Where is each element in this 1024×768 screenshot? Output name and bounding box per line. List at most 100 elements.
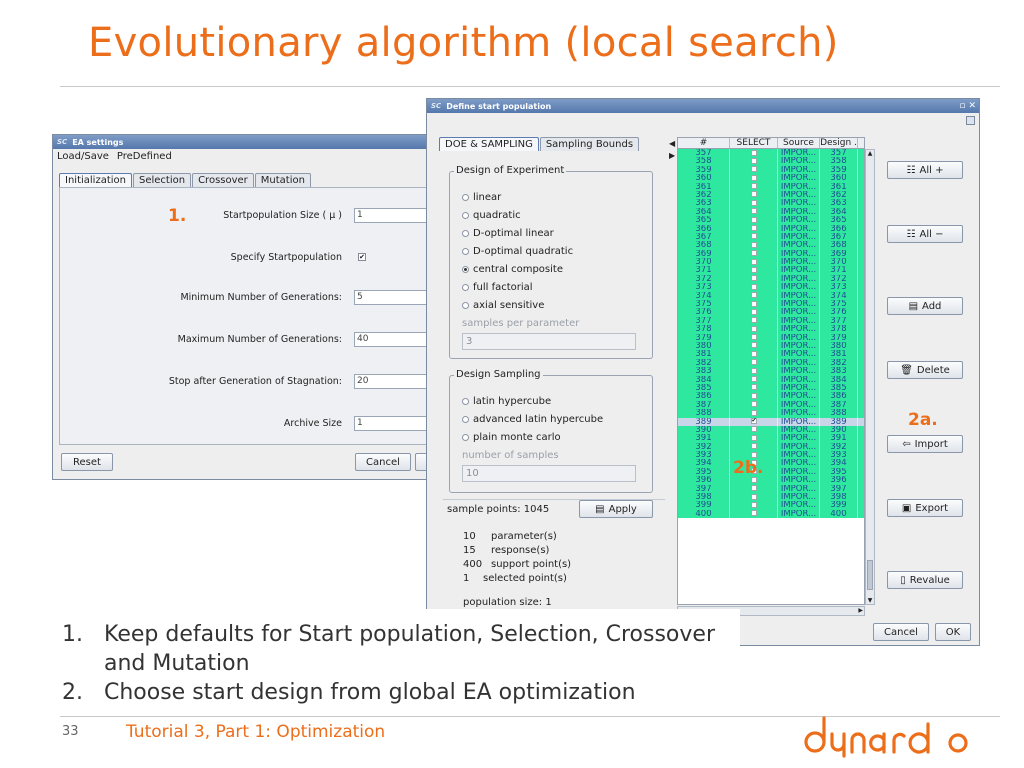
col-header-design[interactable]: Design . xyxy=(820,138,858,148)
doe-option-d-optimal-quadratic[interactable]: D-optimal quadratic xyxy=(462,246,573,257)
cell-select[interactable] xyxy=(730,425,778,435)
tab-selection[interactable]: Selection xyxy=(132,173,192,187)
all-button[interactable]: ☷ All + xyxy=(887,161,963,179)
samples-per-parameter-input[interactable]: 3 xyxy=(462,333,636,350)
cell-select[interactable] xyxy=(730,501,778,510)
select-checkbox[interactable] xyxy=(750,283,757,290)
reset-button[interactable]: Reset xyxy=(61,453,113,471)
table-row[interactable]: 367 IMPOR... 367 xyxy=(678,232,864,242)
cell-select[interactable] xyxy=(730,375,778,384)
cell-select[interactable] xyxy=(730,182,778,191)
select-checkbox[interactable] xyxy=(750,208,757,215)
sampling-option-advanced-latin-hypercube[interactable]: advanced latin hypercube xyxy=(462,414,603,425)
sampling-option-plain-monte-carlo[interactable]: plain monte carlo xyxy=(462,432,561,443)
min-generations-input[interactable]: 5 xyxy=(354,290,430,305)
table-row[interactable]: 365 IMPOR... 365 xyxy=(678,216,864,225)
table-row[interactable]: 388 IMPOR... 388 xyxy=(678,409,864,418)
table-row[interactable]: 386 IMPOR... 386 xyxy=(678,392,864,401)
table-row[interactable]: 389 ✔ IMPOR... 389 xyxy=(678,417,864,426)
table-row[interactable]: 369 IMPOR... 369 xyxy=(678,249,864,259)
scroll-up-icon[interactable]: ▲ xyxy=(866,150,874,157)
table-row[interactable]: 363 IMPOR... 363 xyxy=(678,199,864,208)
select-checkbox[interactable] xyxy=(750,266,757,273)
select-checkbox[interactable] xyxy=(750,409,757,416)
cell-select[interactable] xyxy=(730,199,778,208)
table-row[interactable]: 396 IMPOR... 396 xyxy=(678,476,864,485)
number-of-samples-input[interactable]: 10 xyxy=(462,465,636,482)
select-checkbox[interactable] xyxy=(750,292,757,299)
col-header-source[interactable]: Source xyxy=(778,138,820,148)
select-checkbox[interactable] xyxy=(750,250,757,257)
cell-select[interactable] xyxy=(730,258,778,267)
table-scroll-thumb[interactable] xyxy=(867,560,873,590)
tab-doe-sampling[interactable]: DOE & SAMPLING xyxy=(439,137,539,151)
table-row[interactable]: 395 IMPOR... 395 xyxy=(678,467,864,477)
table-row[interactable]: 382 IMPOR... 382 xyxy=(678,358,864,368)
cell-select[interactable] xyxy=(730,392,778,401)
select-checkbox[interactable] xyxy=(750,225,757,232)
table-row[interactable]: 372 IMPOR... 372 xyxy=(678,274,864,284)
cell-select[interactable] xyxy=(730,316,778,326)
select-checkbox[interactable] xyxy=(750,434,757,441)
table-row[interactable]: 391 IMPOR... 391 xyxy=(678,434,864,443)
specify-startpopulation-checkbox[interactable]: ✔ xyxy=(358,253,366,261)
select-checkbox[interactable] xyxy=(750,485,757,492)
table-row[interactable]: 394 IMPOR... 394 xyxy=(678,459,864,468)
ea-cancel-button[interactable]: Cancel xyxy=(355,453,411,471)
doe-option-d-optimal-linear[interactable]: D-optimal linear xyxy=(462,228,554,239)
table-row[interactable]: 400 IMPOR... 400 xyxy=(678,509,864,519)
select-checkbox[interactable] xyxy=(750,384,757,391)
cell-select[interactable] xyxy=(730,358,778,368)
table-row[interactable]: 361 IMPOR... 361 xyxy=(678,182,864,191)
max-generations-input[interactable]: 40 xyxy=(354,332,430,347)
cell-select[interactable] xyxy=(730,266,778,275)
select-checkbox[interactable] xyxy=(750,426,757,433)
cell-select[interactable] xyxy=(730,174,778,183)
cell-select[interactable] xyxy=(730,493,778,502)
table-row[interactable]: 381 IMPOR... 381 xyxy=(678,350,864,359)
cell-select[interactable] xyxy=(730,241,778,250)
ea-window-titlebar[interactable]: SC EA settings xyxy=(53,135,433,149)
cell-select[interactable] xyxy=(730,207,778,217)
table-row[interactable]: 360 IMPOR... 360 xyxy=(678,174,864,183)
archive-size-input[interactable]: 1 xyxy=(354,416,430,431)
cell-select[interactable] xyxy=(730,484,778,494)
select-checkbox[interactable] xyxy=(750,401,757,408)
dsp-window-titlebar[interactable]: SC Define start population ▫ ✕ xyxy=(427,99,979,113)
maximize-icon[interactable]: ▫ xyxy=(959,101,965,111)
cell-select[interactable] xyxy=(730,224,778,233)
select-checkbox[interactable] xyxy=(750,275,757,282)
table-row[interactable]: 371 IMPOR... 371 xyxy=(678,266,864,275)
startpopulation-size-input[interactable]: 1 xyxy=(354,208,430,223)
close-icon[interactable]: ✕ xyxy=(968,101,976,111)
cell-select[interactable] xyxy=(730,249,778,259)
stagnation-input[interactable]: 20 xyxy=(354,374,430,389)
cell-select[interactable] xyxy=(730,434,778,443)
select-checkbox[interactable] xyxy=(750,149,757,156)
table-row[interactable]: 390 IMPOR... 390 xyxy=(678,425,864,435)
table-row[interactable]: 397 IMPOR... 397 xyxy=(678,484,864,494)
menu-predefined[interactable]: PreDefined xyxy=(117,151,172,162)
cell-select[interactable] xyxy=(730,325,778,334)
table-row[interactable]: 374 IMPOR... 374 xyxy=(678,291,864,301)
select-checkbox[interactable] xyxy=(750,157,757,164)
table-row[interactable]: 392 IMPOR... 392 xyxy=(678,442,864,452)
tab-crossover[interactable]: Crossover xyxy=(192,173,254,187)
doe-option-quadratic[interactable]: quadratic xyxy=(462,210,521,221)
table-row[interactable]: 364 IMPOR... 364 xyxy=(678,207,864,217)
all-button[interactable]: ☷ All − xyxy=(887,225,963,243)
select-checkbox[interactable] xyxy=(750,367,757,374)
cell-select[interactable] xyxy=(730,308,778,317)
table-row[interactable]: 385 IMPOR... 385 xyxy=(678,383,864,393)
tab-scroll-left-icon[interactable]: ◀ xyxy=(669,139,675,148)
select-checkbox[interactable] xyxy=(750,166,757,173)
tab-mutation[interactable]: Mutation xyxy=(254,173,311,187)
select-checkbox[interactable] xyxy=(750,317,757,324)
delete-button[interactable]: 🗑 Delete xyxy=(887,361,963,379)
import-button[interactable]: ⇦ Import xyxy=(887,435,963,453)
select-checkbox[interactable] xyxy=(750,334,757,341)
cell-select[interactable] xyxy=(730,300,778,309)
table-row[interactable]: 362 IMPOR... 362 xyxy=(678,190,864,200)
cell-select[interactable] xyxy=(730,157,778,166)
table-vertical-scrollbar[interactable]: ▲ ▼ xyxy=(865,149,875,605)
